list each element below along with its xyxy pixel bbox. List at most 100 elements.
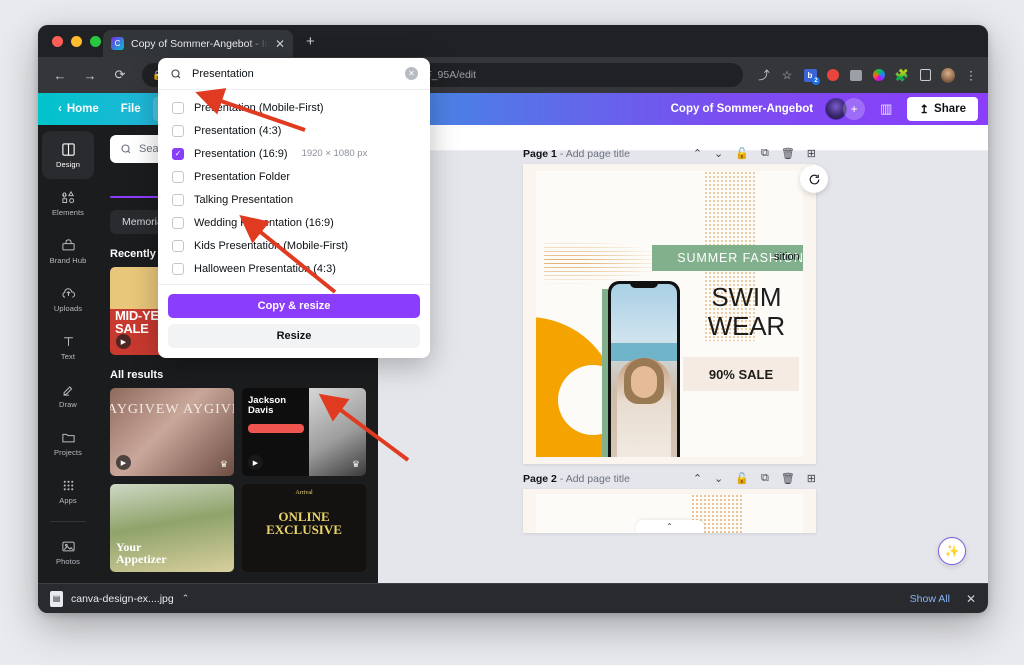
recorder-icon[interactable]: [826, 68, 840, 82]
rail-divider: [50, 521, 86, 522]
headline-text[interactable]: SWIM WEAR: [708, 282, 785, 341]
sidebar-item-elements[interactable]: Elements: [38, 179, 98, 227]
regenerate-icon[interactable]: [800, 165, 828, 193]
trash-icon[interactable]: 🗑: [781, 147, 795, 160]
design-canvas[interactable]: sition Page 1 - Add page title ⌃ ⌄ 🔓 ⧉ 🗑: [378, 125, 988, 613]
forward-icon[interactable]: →: [78, 63, 102, 87]
color-wheel-icon[interactable]: [872, 68, 886, 82]
refresh-glyph: [809, 174, 819, 184]
sidebar-item-apps[interactable]: Apps: [38, 467, 98, 515]
page2-title-placeholder[interactable]: - Add page title: [560, 473, 630, 485]
sidebar-item-photos[interactable]: Photos: [38, 528, 98, 576]
duplicate-icon[interactable]: ⧉: [761, 147, 769, 160]
share-button[interactable]: ↥ Share: [907, 97, 978, 121]
thumb-text: Jackson Davis: [248, 395, 287, 417]
maximize-window-button[interactable]: [90, 36, 101, 47]
phone-notch: [630, 283, 658, 288]
puzzle-icon[interactable]: 🧩: [895, 68, 909, 82]
sidebar-item-brand-hub[interactable]: Brand Hub: [38, 227, 98, 275]
sidebar-item-draw[interactable]: Draw: [38, 371, 98, 419]
download-item[interactable]: ▤ canva-design-ex....jpg ⌃: [50, 590, 190, 607]
template-thumbnail[interactable]: Jackson Davis ▶ ♛: [242, 388, 366, 476]
browser-tab[interactable]: C Copy of Sommer-Angebot - In ✕: [103, 30, 293, 57]
sidebar-item-text[interactable]: Text: [38, 323, 98, 371]
sidepanel-icon[interactable]: [918, 68, 932, 82]
template-thumbnail[interactable]: Your Appetizer: [110, 484, 234, 572]
add-page-icon[interactable]: ⊞: [807, 472, 816, 485]
chevron-up-icon[interactable]: ⌃: [182, 593, 190, 604]
resize-option[interactable]: Presentation Folder: [158, 165, 430, 188]
close-window-button[interactable]: [52, 36, 63, 47]
add-page-icon[interactable]: ⊞: [807, 147, 816, 160]
chevron-down-icon[interactable]: ⌄: [714, 472, 723, 485]
magic-sparkle-icon[interactable]: ✨: [938, 537, 966, 565]
resize-option[interactable]: Kids Presentation (Mobile-First): [158, 234, 430, 257]
home-button[interactable]: ‹ Home: [48, 98, 109, 120]
kebab-menu-icon[interactable]: ⋮: [964, 68, 978, 82]
resize-option[interactable]: Presentation (4:3): [158, 119, 430, 142]
template-thumbnail[interactable]: AYGIVEW AYGIVEAW ▶ ♛: [110, 388, 234, 476]
resize-confirm-button[interactable]: Resize: [168, 324, 420, 348]
avatar-icon[interactable]: [941, 67, 955, 83]
resize-option[interactable]: Presentation (Mobile-First): [158, 96, 430, 119]
play-icon[interactable]: ▶: [248, 455, 263, 470]
new-tab-icon[interactable]: +: [306, 34, 315, 49]
resize-option[interactable]: Talking Presentation: [158, 188, 430, 211]
page1-header: Page 1 - Add page title ⌃ ⌄ 🔓 ⧉ 🗑 ⊞: [523, 147, 816, 160]
add-collaborator-button[interactable]: +: [843, 98, 866, 120]
headline-line-1: SWIM: [711, 282, 782, 312]
screenshot-icon[interactable]: [849, 68, 863, 82]
clear-icon[interactable]: ✕: [405, 67, 418, 80]
chevron-down-icon[interactable]: ⌄: [714, 147, 723, 160]
thumb-kicker: Arrival: [295, 490, 313, 496]
chevron-up-icon[interactable]: ⌃: [693, 472, 702, 485]
reload-icon[interactable]: ⟳: [108, 63, 132, 87]
checkbox[interactable]: [172, 101, 184, 114]
back-icon[interactable]: ←: [48, 63, 72, 87]
bar-chart-icon[interactable]: ▥: [873, 97, 899, 121]
checkbox[interactable]: [172, 216, 184, 229]
play-icon[interactable]: ▶: [116, 334, 131, 349]
sidebar-item-uploads[interactable]: Uploads: [38, 275, 98, 323]
document-title[interactable]: Copy of Sommer-Angebot: [671, 103, 813, 115]
chevron-up-icon[interactable]: ⌃: [693, 147, 702, 160]
minimize-window-button[interactable]: [71, 36, 82, 47]
checkbox[interactable]: [172, 170, 184, 183]
template-thumbnail[interactable]: Arrival ONLINE EXCLUSIVE: [242, 484, 366, 572]
trash-icon[interactable]: 🗑: [781, 472, 795, 485]
resize-option[interactable]: Wedding Presentation (16:9): [158, 211, 430, 234]
checkbox[interactable]: [172, 124, 184, 137]
share-icon[interactable]: ⤴: [757, 68, 771, 82]
sidebar-item-projects[interactable]: Projects: [38, 419, 98, 467]
collapse-pages-handle[interactable]: ⌃: [635, 520, 704, 533]
tab-close-icon[interactable]: ✕: [275, 38, 285, 50]
sale-badge[interactable]: 90% SALE: [683, 357, 799, 391]
resize-option-label: Presentation (16:9): [194, 147, 288, 160]
play-icon[interactable]: ▶: [116, 455, 131, 470]
resize-option-selected[interactable]: ✓ Presentation (16:9) 1920 × 1080 px: [158, 142, 430, 165]
sidebar-item-design[interactable]: Design: [42, 131, 94, 179]
checkbox[interactable]: [172, 193, 184, 206]
lock-icon[interactable]: 🔓: [735, 472, 749, 485]
position-button[interactable]: sition: [774, 251, 800, 263]
checkbox[interactable]: [172, 239, 184, 252]
show-all-button[interactable]: Show All: [910, 593, 950, 605]
resize-search-input[interactable]: Presentation ✕: [158, 58, 430, 90]
window-controls[interactable]: [52, 36, 101, 47]
copy-and-resize-button[interactable]: Copy & resize: [168, 294, 420, 318]
lock-icon[interactable]: 🔓: [735, 147, 749, 160]
checkbox[interactable]: [172, 262, 184, 275]
design-page-2[interactable]: ⌃: [523, 489, 816, 533]
duplicate-icon[interactable]: ⧉: [761, 472, 769, 485]
design-page-1[interactable]: SUMMER FASHION SWIM WEAR 90% SALE: [523, 164, 816, 464]
search-icon: [171, 68, 181, 78]
close-icon[interactable]: ✕: [966, 592, 976, 606]
star-icon[interactable]: ☆: [780, 68, 794, 82]
checkbox-checked[interactable]: ✓: [172, 147, 184, 160]
file-menu-button[interactable]: File: [111, 98, 151, 120]
page1-title-placeholder[interactable]: - Add page title: [560, 148, 630, 160]
grid-apps-icon: [63, 480, 73, 490]
resize-option[interactable]: Halloween Presentation (4:3): [158, 257, 430, 280]
page1-artboard: SUMMER FASHION SWIM WEAR 90% SALE: [536, 171, 803, 457]
bitwarden-icon[interactable]: b2: [803, 68, 820, 85]
